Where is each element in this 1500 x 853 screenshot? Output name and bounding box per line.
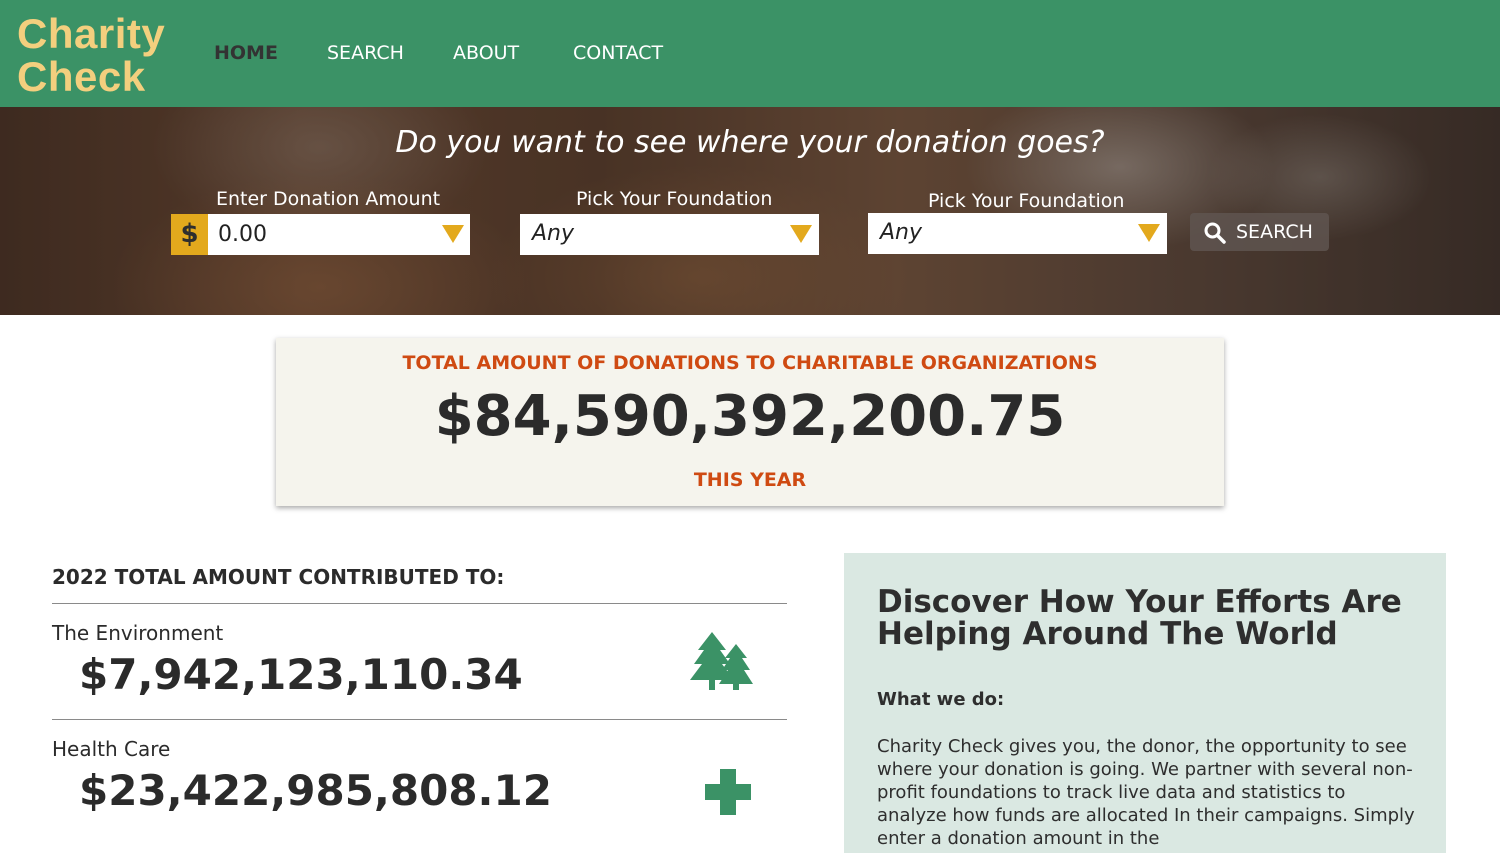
divider bbox=[52, 603, 787, 604]
chevron-down-icon[interactable] bbox=[442, 225, 464, 243]
divider bbox=[52, 719, 787, 720]
foundation-1-label: Pick Your Foundation bbox=[576, 188, 773, 210]
nav-home[interactable]: HOME bbox=[214, 42, 278, 64]
foundation-2-value: Any bbox=[880, 220, 923, 245]
dollar-sign-icon: $ bbox=[171, 214, 208, 255]
search-button-label: SEARCH bbox=[1236, 221, 1313, 243]
site-logo[interactable]: Charity Check bbox=[17, 12, 165, 98]
info-title: Discover How Your Efforts Are Helping Ar… bbox=[877, 584, 1402, 652]
nav-about[interactable]: ABOUT bbox=[453, 42, 519, 64]
logo-line-2: Check bbox=[17, 53, 146, 100]
category-name-health-care: Health Care bbox=[52, 737, 171, 761]
chevron-down-icon[interactable] bbox=[790, 225, 812, 243]
search-icon bbox=[1204, 222, 1226, 244]
foundation-1-select[interactable]: Any bbox=[520, 214, 819, 255]
category-name-environment: The Environment bbox=[52, 621, 224, 645]
category-amount-health-care: $23,422,985,808.12 bbox=[79, 766, 552, 815]
donation-amount-input[interactable] bbox=[208, 214, 436, 255]
contributions-heading: 2022 TOTAL AMOUNT CONTRIBUTED TO: bbox=[52, 565, 505, 589]
trees-icon bbox=[690, 632, 753, 690]
nav-search[interactable]: SEARCH bbox=[327, 42, 404, 64]
category-amount-environment: $7,942,123,110.34 bbox=[79, 650, 523, 699]
chevron-down-icon[interactable] bbox=[1138, 224, 1160, 242]
search-button[interactable]: SEARCH bbox=[1190, 213, 1329, 251]
hero-search-banner: Do you want to see where your donation g… bbox=[0, 107, 1500, 315]
medical-cross-icon bbox=[705, 769, 751, 815]
foundation-1-value: Any bbox=[532, 221, 575, 246]
info-subheading: What we do: bbox=[877, 689, 1005, 710]
total-donations-heading: TOTAL AMOUNT OF DONATIONS TO CHARITABLE … bbox=[402, 352, 1098, 374]
nav-contact[interactable]: CONTACT bbox=[573, 42, 663, 64]
about-info-panel: Discover How Your Efforts Are Helping Ar… bbox=[844, 553, 1446, 853]
total-donations-amount: $84,590,392,200.75 bbox=[434, 384, 1066, 449]
foundation-2-label: Pick Your Foundation bbox=[928, 190, 1125, 212]
total-donations-card: TOTAL AMOUNT OF DONATIONS TO CHARITABLE … bbox=[276, 338, 1224, 506]
donation-amount-field[interactable]: $ bbox=[171, 214, 470, 255]
logo-line-1: Charity bbox=[17, 10, 166, 57]
hero-title: Do you want to see where your donation g… bbox=[395, 125, 1105, 160]
amount-label: Enter Donation Amount bbox=[216, 188, 441, 210]
info-body-text: Charity Check gives you, the donor, the … bbox=[877, 736, 1415, 849]
site-header: Charity Check HOME SEARCH ABOUT CONTACT bbox=[0, 0, 1500, 107]
foundation-2-select[interactable]: Any bbox=[868, 213, 1167, 254]
total-donations-period: THIS YEAR bbox=[693, 469, 807, 491]
